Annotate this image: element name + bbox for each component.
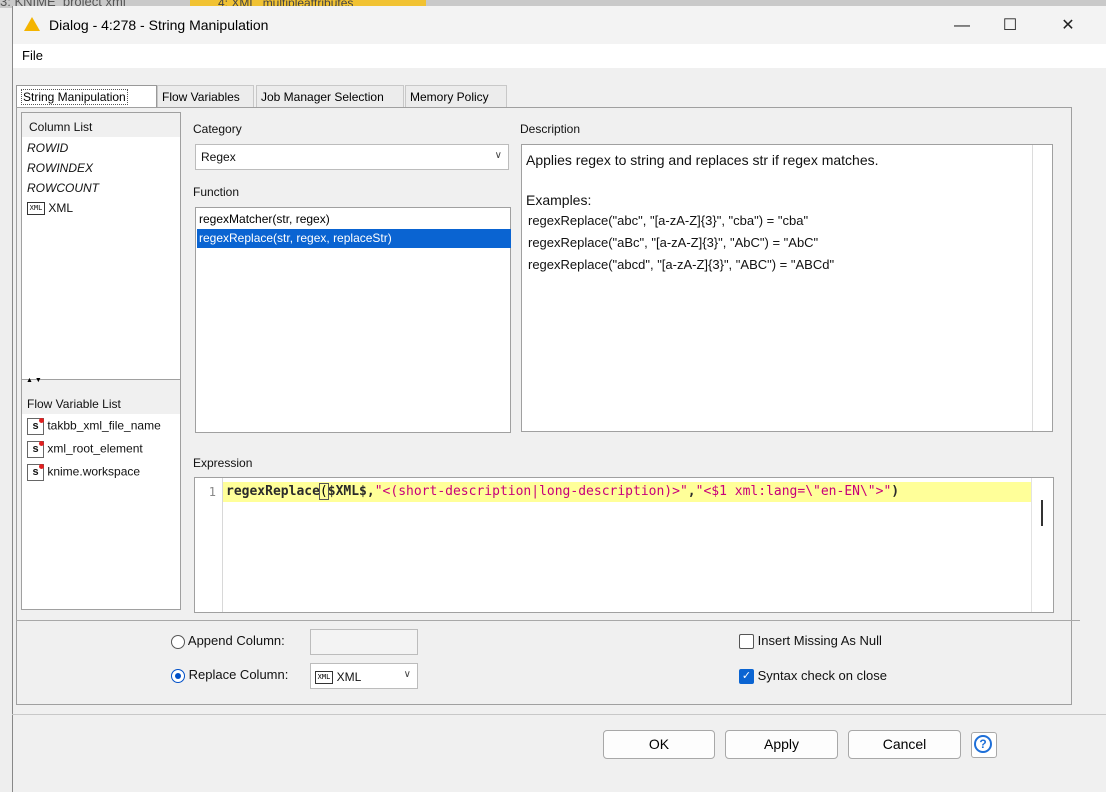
title-bar: Dialog - 4:278 - String Manipulation — ☐… <box>13 6 1106 44</box>
xml-type-icon: XML <box>27 202 45 216</box>
chevron-down-icon: ∨ <box>403 669 411 680</box>
column-item-xml[interactable]: XML XML <box>27 201 74 216</box>
function-list: regexMatcher(str, regex) regexReplace(st… <box>195 207 511 433</box>
replace-column-value: XML XML <box>315 669 361 685</box>
append-column-field[interactable] <box>310 629 418 655</box>
description-examples-label: Examples: <box>526 192 592 208</box>
string-variable-icon: s <box>27 418 44 435</box>
flow-variable-title: Flow Variable List <box>27 397 121 411</box>
current-line-highlight: regexReplace($XML$,"<(short-description|… <box>223 482 1031 502</box>
insert-missing-checkbox[interactable] <box>739 634 754 650</box>
tab-flow-variables[interactable]: Flow Variables <box>157 85 254 108</box>
button-bar-separator <box>12 714 1106 715</box>
description-box: Applies regex to string and replaces str… <box>521 144 1053 432</box>
description-label: Description <box>520 122 581 136</box>
category-label: Category <box>193 122 242 136</box>
editor-scrollbar-thumb[interactable] <box>1041 500 1043 526</box>
apply-button[interactable]: Apply <box>725 730 838 759</box>
column-list-panel: Column List ROWID ROWINDEX ROWCOUNT XML … <box>21 112 181 610</box>
minimize-button[interactable]: — <box>939 12 985 40</box>
cancel-button[interactable]: Cancel <box>848 730 961 759</box>
category-select[interactable]: Regex ∨ <box>195 144 509 170</box>
replace-column-select[interactable]: XML XML ∨ <box>310 663 418 689</box>
syntax-check-option[interactable]: ✓ Syntax check on close <box>739 668 887 685</box>
column-list-header: Column List <box>22 113 180 137</box>
string-variable-icon: s <box>27 441 44 458</box>
menu-file[interactable]: File <box>22 48 43 63</box>
chevron-down-icon: ∨ <box>494 150 502 161</box>
code-string-replacement: "<$1 xml:lang=\"en-EN\">" <box>695 484 892 499</box>
description-scroll-divider <box>1032 145 1033 431</box>
maximize-button[interactable]: ☐ <box>987 12 1033 40</box>
code-bracket-match: ( <box>318 483 329 500</box>
append-column-option[interactable]: Append Column: <box>171 633 285 649</box>
string-variable-icon: s <box>27 464 44 481</box>
ok-button[interactable]: OK <box>603 730 715 759</box>
insert-missing-option[interactable]: Insert Missing As Null <box>739 633 882 650</box>
line-number-gutter: 1 <box>195 478 223 612</box>
column-item-rowindex[interactable]: ROWINDEX <box>27 161 93 175</box>
expression-editor[interactable]: 1 regexReplace($XML$,"<(short-descriptio… <box>194 477 1054 613</box>
function-item-regexreplace[interactable]: regexReplace(str, regex, replaceStr) <box>197 229 511 248</box>
append-column-label: Append Column: <box>187 633 285 648</box>
help-icon: ? <box>974 735 992 753</box>
syntax-check-checkbox[interactable]: ✓ <box>739 669 754 685</box>
expression-code: regexReplace($XML$,"<(short-description|… <box>226 483 900 500</box>
line-number: 1 <box>208 485 216 499</box>
tab-memory-policy[interactable]: Memory Policy <box>405 85 507 108</box>
code-column-ref: $XML$ <box>327 484 367 499</box>
options-separator <box>16 620 1080 621</box>
description-example: regexReplace("aBc", "[a-zA-Z]{3}", "AbC"… <box>528 235 819 250</box>
description-summary: Applies regex to string and replaces str… <box>526 152 879 168</box>
replace-column-option[interactable]: Replace Column: <box>171 667 288 683</box>
syntax-check-label: Syntax check on close <box>757 668 887 683</box>
tab-string-manipulation[interactable]: String Manipulation <box>16 85 157 108</box>
replace-column-label: Replace Column: <box>188 667 289 682</box>
column-item-label: XML <box>48 201 74 215</box>
column-list-title: Column List <box>29 120 93 134</box>
flow-variable-item[interactable]: s knime.workspace <box>27 464 140 481</box>
menu-bar: File <box>13 44 1106 68</box>
code-string-regex: "<(short-description|long-description)>" <box>374 484 688 499</box>
help-button[interactable]: ? <box>971 732 997 758</box>
flow-variable-item[interactable]: s xml_root_element <box>27 441 143 458</box>
expression-label: Expression <box>193 456 253 470</box>
function-label: Function <box>193 185 240 199</box>
close-button[interactable]: ✕ <box>1045 12 1091 40</box>
editor-margin <box>1031 478 1032 612</box>
function-item-regexmatcher[interactable]: regexMatcher(str, regex) <box>197 210 511 229</box>
column-item-rowid[interactable]: ROWID <box>27 141 68 155</box>
column-item-rowcount[interactable]: ROWCOUNT <box>27 181 99 195</box>
description-example: regexReplace("abcd", "[a-zA-Z]{3}", "ABC… <box>528 257 835 272</box>
main-panel: Column List ROWID ROWINDEX ROWCOUNT XML … <box>16 107 1072 705</box>
flow-variable-header: Flow Variable List <box>22 390 180 414</box>
code-function-name: regexReplace <box>226 484 320 499</box>
xml-type-icon: XML <box>315 671 333 685</box>
window-title: Dialog - 4:278 - String Manipulation <box>49 17 269 33</box>
replace-column-radio[interactable] <box>171 668 185 683</box>
description-example: regexReplace("abc", "[a-zA-Z]{3}", "cba"… <box>528 213 809 228</box>
warning-icon <box>24 17 40 31</box>
tab-job-manager-selection[interactable]: Job Manager Selection <box>256 85 404 108</box>
splitter-arrows-icon: ▲ ▼ <box>26 377 42 384</box>
append-column-radio[interactable] <box>171 634 185 649</box>
flow-variable-item[interactable]: s takbb_xml_file_name <box>27 418 161 435</box>
insert-missing-label: Insert Missing As Null <box>757 633 882 648</box>
category-value: Regex <box>201 150 236 164</box>
